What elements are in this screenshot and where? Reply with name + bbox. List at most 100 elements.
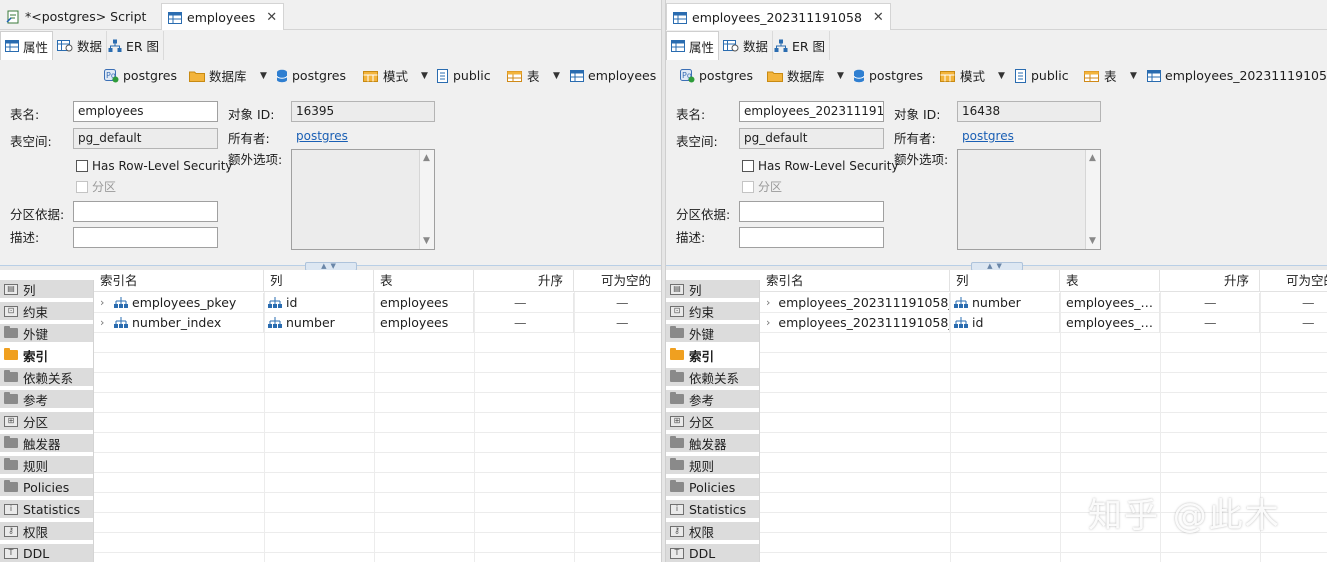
tab-data[interactable]: 数据: [719, 31, 774, 60]
column-header-index-name[interactable]: 索引名: [94, 270, 264, 292]
nav-item-columns[interactable]: ▤ 列: [666, 280, 759, 300]
column-header-nullable[interactable]: 可为空的: [1260, 270, 1327, 292]
column-header-table[interactable]: 表: [374, 270, 474, 292]
nav-item-foreign-keys[interactable]: 外键: [0, 324, 93, 344]
partition-by-input[interactable]: [739, 201, 884, 222]
partition-by-input[interactable]: [73, 201, 218, 222]
tab-properties[interactable]: 属性: [0, 31, 54, 60]
tab-er-diagram[interactable]: ER 图: [104, 31, 165, 60]
editor-tab-employees[interactable]: employees ✕: [161, 3, 285, 31]
scroll-down-icon[interactable]: ▼: [1089, 236, 1096, 246]
tab-er-diagram[interactable]: ER 图: [770, 31, 831, 60]
checkbox-box[interactable]: [742, 180, 754, 193]
nav-item-ddl[interactable]: T DDL: [666, 544, 759, 562]
breadcrumb-connection[interactable]: Pg postgres: [104, 66, 177, 85]
editor-tab-employees-backup[interactable]: employees_202311191058 ✕: [666, 3, 891, 31]
nav-item-indexes[interactable]: 索引: [0, 346, 93, 366]
tab-data[interactable]: 数据: [53, 31, 108, 60]
nav-item-triggers[interactable]: 触发器: [666, 434, 759, 454]
chevron-down-icon[interactable]: ▼: [1130, 71, 1137, 81]
chevron-down-icon[interactable]: ▼: [421, 71, 428, 81]
owner-link[interactable]: postgres: [962, 129, 1014, 143]
expand-chevron-icon[interactable]: ›: [100, 313, 110, 333]
breadcrumb-database[interactable]: postgres: [853, 66, 923, 85]
breadcrumb-table[interactable]: employees_202311191058: [1147, 66, 1327, 85]
nav-item-permissions[interactable]: ⚷ 权限: [0, 522, 93, 542]
checkbox-box[interactable]: [76, 180, 88, 193]
nav-item-statistics[interactable]: i Statistics: [0, 500, 93, 520]
nav-item-triggers[interactable]: 触发器: [0, 434, 93, 454]
tab-properties[interactable]: 属性: [666, 31, 720, 60]
editor-tab-script[interactable]: *<postgres> Script: [0, 3, 152, 30]
breadcrumb-database[interactable]: postgres: [276, 66, 346, 85]
close-icon[interactable]: ✕: [266, 10, 277, 25]
nav-item-constraints[interactable]: ⊡ 约束: [666, 302, 759, 322]
breadcrumb-tables[interactable]: 表: [507, 66, 540, 85]
column-header-ascending[interactable]: 升序: [1160, 270, 1260, 292]
object-id-field[interactable]: 16395: [291, 101, 435, 122]
breadcrumb-connection[interactable]: Pg postgres: [680, 66, 753, 85]
expand-chevron-icon[interactable]: ›: [766, 293, 770, 313]
close-icon[interactable]: ✕: [873, 10, 884, 25]
breadcrumb-schemas[interactable]: 模式: [940, 66, 985, 85]
nav-item-columns[interactable]: ▤ 列: [0, 280, 93, 300]
tablespace-field[interactable]: pg_default: [73, 128, 218, 149]
nav-item-constraints[interactable]: ⊡ 约束: [0, 302, 93, 322]
nav-item-foreign-keys[interactable]: 外键: [666, 324, 759, 344]
nav-item-dependencies[interactable]: 依赖关系: [666, 368, 759, 388]
nav-item-rules[interactable]: 规则: [666, 456, 759, 476]
nav-item-partitions[interactable]: ⊞ 分区: [0, 412, 93, 432]
nav-item-statistics[interactable]: i Statistics: [666, 500, 759, 520]
nav-item-policies[interactable]: Policies: [0, 478, 93, 498]
column-header-ascending[interactable]: 升序: [474, 270, 574, 292]
expand-chevron-icon[interactable]: ›: [100, 293, 110, 313]
nav-item-permissions[interactable]: ⚷ 权限: [666, 522, 759, 542]
nav-item-policies[interactable]: Policies: [666, 478, 759, 498]
nav-item-partitions[interactable]: ⊞ 分区: [666, 412, 759, 432]
partition-checkbox[interactable]: 分区: [76, 178, 116, 195]
table-name-input[interactable]: employees_202311191058: [739, 101, 884, 122]
column-header-index-name[interactable]: 索引名: [760, 270, 950, 292]
chevron-down-icon[interactable]: ▼: [553, 71, 560, 81]
nav-item-dependencies[interactable]: 依赖关系: [0, 368, 93, 388]
nav-item-ddl[interactable]: T DDL: [0, 544, 93, 562]
checkbox-box[interactable]: [742, 160, 754, 172]
description-input[interactable]: [739, 227, 884, 248]
description-input[interactable]: [73, 227, 218, 248]
column-header-column[interactable]: 列: [264, 270, 374, 292]
chevron-down-icon[interactable]: ▼: [260, 71, 267, 81]
table-row[interactable]: › employees_pkey id employees — —: [94, 293, 661, 313]
extra-options-textarea[interactable]: ▲ ▼: [291, 149, 435, 250]
nav-item-references[interactable]: 参考: [0, 390, 93, 410]
breadcrumb-schema[interactable]: public: [437, 66, 491, 85]
chevron-down-icon[interactable]: ▼: [837, 71, 844, 81]
partition-checkbox[interactable]: 分区: [742, 178, 782, 195]
column-header-column[interactable]: 列: [950, 270, 1060, 292]
table-row[interactable]: › employees_202311191058_pkey id employe…: [760, 313, 1327, 333]
scroll-up-icon[interactable]: ▲: [1089, 153, 1096, 163]
breadcrumb-schemas[interactable]: 模式: [363, 66, 408, 85]
column-header-nullable[interactable]: 可为空的: [574, 270, 661, 292]
checkbox-box[interactable]: [76, 160, 88, 172]
nav-item-references[interactable]: 参考: [666, 390, 759, 410]
table-row[interactable]: › employees_202311191058_number_idx numb…: [760, 293, 1327, 313]
breadcrumb-databases[interactable]: 数据库: [767, 66, 825, 85]
column-header-table[interactable]: 表: [1060, 270, 1160, 292]
row-level-security-checkbox[interactable]: Has Row-Level Security: [76, 159, 233, 173]
row-level-security-checkbox[interactable]: Has Row-Level Security: [742, 159, 899, 173]
vertical-scrollbar[interactable]: ▲ ▼: [1085, 150, 1100, 249]
owner-link[interactable]: postgres: [296, 129, 348, 143]
table-name-input[interactable]: employees: [73, 101, 218, 122]
table-row[interactable]: › number_index number employees — —: [94, 313, 661, 333]
expand-chevron-icon[interactable]: ›: [766, 313, 770, 333]
vertical-scrollbar[interactable]: ▲ ▼: [419, 150, 434, 249]
object-id-field[interactable]: 16438: [957, 101, 1101, 122]
extra-options-textarea[interactable]: ▲ ▼: [957, 149, 1101, 250]
chevron-down-icon[interactable]: ▼: [998, 71, 1005, 81]
breadcrumb-tables[interactable]: 表: [1084, 66, 1117, 85]
scroll-down-icon[interactable]: ▼: [423, 236, 430, 246]
breadcrumb-schema[interactable]: public: [1015, 66, 1069, 85]
tablespace-field[interactable]: pg_default: [739, 128, 884, 149]
scroll-up-icon[interactable]: ▲: [423, 153, 430, 163]
nav-item-rules[interactable]: 规则: [0, 456, 93, 476]
